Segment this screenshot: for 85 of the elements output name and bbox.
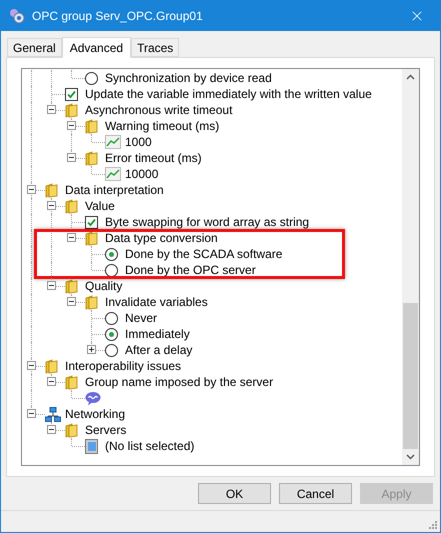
- radio-button[interactable]: [105, 264, 118, 276]
- collapse-button[interactable]: [67, 297, 76, 306]
- tree-item-label[interactable]: Warning timeout (ms): [104, 118, 220, 134]
- minus-icon: [48, 426, 55, 433]
- tree-item-label[interactable]: Data type conversion: [104, 230, 218, 246]
- radio-button[interactable]: [105, 344, 118, 356]
- tree-item-label[interactable]: After a delay: [124, 342, 192, 358]
- collapse-button[interactable]: [47, 105, 56, 114]
- collapse-button[interactable]: [47, 201, 56, 210]
- minus-icon: [68, 234, 75, 241]
- tree-item-label[interactable]: Group name imposed by the server: [84, 374, 274, 390]
- folder-icon: [65, 422, 78, 438]
- tree-item-label[interactable]: Update the variable immediately with the written value: [84, 86, 372, 102]
- collapse-button[interactable]: [67, 153, 76, 162]
- tree-item-label[interactable]: Done by the OPC server: [124, 262, 256, 278]
- line-chart-icon: [105, 135, 121, 149]
- app-icon: [9, 8, 25, 24]
- radio-button[interactable]: [85, 72, 98, 84]
- checkbox[interactable]: [85, 216, 98, 228]
- folder-icon: [85, 150, 98, 166]
- tree-item-label[interactable]: 1000: [124, 134, 152, 150]
- collapse-button[interactable]: [47, 425, 56, 434]
- plus-icon: [88, 346, 95, 353]
- resize-grip-icon[interactable]: [428, 520, 438, 530]
- scrollbar-thumb[interactable]: [403, 303, 418, 449]
- tree-item-label[interactable]: Networking: [64, 406, 126, 422]
- minus-icon: [28, 186, 35, 193]
- minus-icon: [68, 122, 75, 129]
- collapse-button[interactable]: [27, 409, 36, 418]
- minus-icon: [48, 106, 55, 113]
- tree-item-label[interactable]: (No list selected): [104, 438, 194, 454]
- folder-icon: [65, 278, 78, 294]
- tree-item-label[interactable]: Never: [124, 310, 158, 326]
- tab[interactable]: Advanced: [62, 37, 132, 58]
- tree-item-label[interactable]: Interoperability issues: [64, 358, 182, 374]
- minus-icon: [48, 282, 55, 289]
- folder-icon: [45, 182, 58, 198]
- tree-item-label[interactable]: Asynchronous write timeout: [84, 102, 232, 118]
- collapse-button[interactable]: [67, 233, 76, 242]
- network-icon: [45, 406, 61, 422]
- tree-item-label[interactable]: Immediately: [124, 326, 190, 342]
- tree-item-label[interactable]: Quality: [84, 278, 122, 294]
- tree-item-label[interactable]: Invalidate variables: [104, 294, 208, 310]
- folder-icon: [85, 294, 98, 310]
- tree-item-label[interactable]: Byte swapping for word array as string: [104, 214, 310, 230]
- collapse-button[interactable]: [27, 361, 36, 370]
- dialog-button[interactable]: OK: [198, 483, 271, 504]
- scroll-up-icon[interactable]: [406, 74, 415, 80]
- minus-icon: [28, 410, 35, 417]
- radio-button[interactable]: [105, 248, 118, 260]
- collapse-button[interactable]: [67, 121, 76, 130]
- window-title: OPC group Serv_OPC.Group01: [32, 8, 203, 25]
- collapse-button[interactable]: [47, 377, 56, 386]
- minus-icon: [68, 298, 75, 305]
- list-icon: [85, 438, 98, 454]
- radio-button[interactable]: [105, 328, 118, 340]
- tree-item-label[interactable]: 10000: [124, 166, 158, 182]
- folder-icon: [85, 118, 98, 134]
- radio-button[interactable]: [105, 312, 118, 324]
- tree-item-label[interactable]: Done by the SCADA software: [124, 246, 282, 262]
- tree-item-label[interactable]: Data interpretation: [64, 182, 164, 198]
- minus-icon: [68, 154, 75, 161]
- collapse-button[interactable]: [47, 281, 56, 290]
- folder-icon: [65, 374, 78, 390]
- folder-icon: [45, 358, 58, 374]
- speech-bubble-icon: [85, 390, 101, 406]
- tree-item-label[interactable]: Servers: [84, 422, 126, 438]
- line-chart-icon: [105, 167, 121, 181]
- scroll-down-icon[interactable]: [406, 454, 415, 460]
- tab[interactable]: General: [7, 38, 62, 57]
- expand-button[interactable]: [87, 345, 96, 354]
- folder-icon: [85, 230, 98, 246]
- folder-icon: [65, 198, 78, 214]
- minus-icon: [48, 378, 55, 385]
- tab[interactable]: Traces: [131, 38, 180, 57]
- dialog-button[interactable]: Cancel: [279, 483, 352, 504]
- minus-icon: [48, 202, 55, 209]
- scrollbar[interactable]: [402, 69, 419, 465]
- minus-icon: [28, 362, 35, 369]
- checkbox[interactable]: [65, 88, 78, 100]
- tree-item-label[interactable]: Value: [84, 198, 115, 214]
- collapse-button[interactable]: [27, 185, 36, 194]
- tree-item-label[interactable]: Synchronization by device read: [104, 70, 272, 86]
- tree-item-label[interactable]: Error timeout (ms): [104, 150, 202, 166]
- folder-icon: [65, 102, 78, 118]
